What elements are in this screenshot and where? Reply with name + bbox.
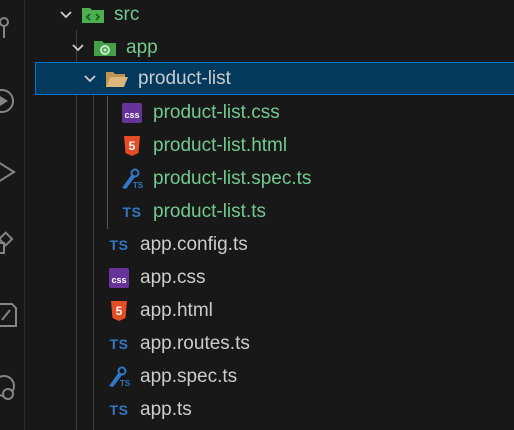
tree-file-product-list-spec-ts[interactable]: TS product-list.spec.ts [25,162,514,195]
tree-item-label: product-list.html [153,134,288,156]
ts-glyph: TS [109,335,129,352]
tree-item-label: app.routes.ts [140,332,250,354]
tree-item-label: product-list.spec.ts [153,167,312,189]
ts-glyph: TS [109,401,129,418]
run-debug-icon[interactable] [0,86,20,116]
tree-file-app-ts[interactable]: TS app.ts [25,393,514,426]
remote-icon[interactable] [0,372,20,402]
spec-file-icon: TS [119,168,145,190]
tree-item-label: app.spec.ts [140,365,238,387]
spec-file-icon: TS [106,366,132,388]
chevron-down-icon[interactable] [70,40,86,56]
testing-icon[interactable] [0,300,20,330]
tree-item-label: app.ts [140,398,192,420]
activity-bar [0,0,25,430]
tree-file-app-spec-ts[interactable]: TS app.spec.ts [25,360,514,393]
tree-folder-app[interactable]: app [25,31,514,64]
svg-text:5: 5 [129,139,136,153]
css-file-icon: css [106,267,132,289]
tree-item-label: product-list [138,67,231,89]
chevron-down-icon[interactable] [58,7,74,23]
ts-file-icon: TS [106,234,132,256]
tree-file-app-routes-ts[interactable]: TS app.routes.ts [25,327,514,360]
chevron-down-icon[interactable] [82,71,98,87]
tree-item-label: app.css [140,266,206,288]
src-folder-icon [80,4,106,26]
tree-item-label: product-list.ts [153,200,266,222]
ts-glyph: TS [109,236,129,253]
svg-text:TS: TS [120,379,131,388]
tree-item-label: product-list.css [153,101,280,123]
tree-folder-src[interactable]: src [25,0,514,31]
svg-text:css: css [111,275,126,285]
svg-text:5: 5 [116,304,123,318]
extensions-icon[interactable] [0,230,20,260]
tree-item-label: app [126,36,158,58]
tree-file-product-list-html[interactable]: 5 product-list.html [25,129,514,162]
tree-file-product-list-css[interactable]: css product-list.css [25,96,514,129]
svg-text:css: css [124,110,139,120]
tree-item-label: src [114,3,140,25]
svg-text:TS: TS [133,181,144,190]
tree-folder-product-list[interactable]: product-list [35,62,514,95]
ts-file-icon: TS [106,399,132,421]
folder-open-icon [104,68,130,90]
file-explorer-tree: src app product-list css product-list.cs… [25,0,514,430]
run-icon[interactable] [0,157,20,187]
html-file-icon: 5 [119,135,145,157]
source-control-icon[interactable] [0,12,20,42]
tree-file-product-list-ts[interactable]: TS product-list.ts [25,195,514,228]
ts-glyph: TS [122,203,142,220]
app-folder-icon [92,37,118,59]
tree-file-app-html[interactable]: 5 app.html [25,294,514,327]
tree-item-label: app.html [140,299,213,321]
tree-item-label: app.config.ts [140,233,248,255]
ts-file-icon: TS [119,201,145,223]
html-file-icon: 5 [106,300,132,322]
tree-file-app-css[interactable]: css app.css [25,261,514,294]
css-file-icon: css [119,102,145,124]
tree-file-app-config-ts[interactable]: TS app.config.ts [25,228,514,261]
ts-file-icon: TS [106,333,132,355]
